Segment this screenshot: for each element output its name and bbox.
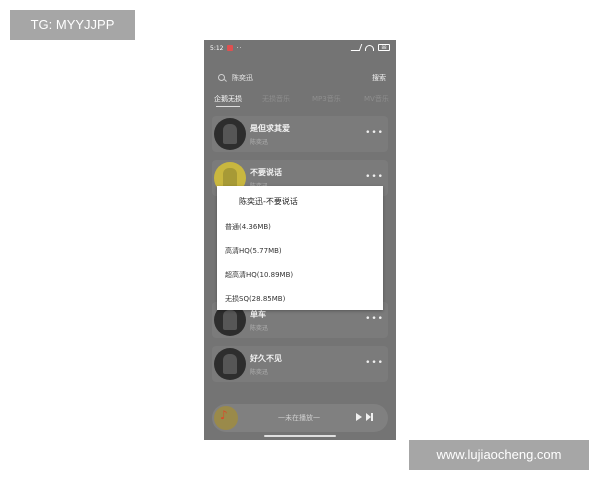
source-tabs: 企鹅无损 无损音乐 MP3音乐 MV音乐 xyxy=(204,94,396,110)
song-title: 单车 xyxy=(250,310,266,319)
song-artist: 陈奕迅 xyxy=(250,369,269,376)
more-notifications-indicator: ·· xyxy=(236,44,243,52)
search-button[interactable]: 搜索 xyxy=(372,73,386,83)
notification-icon xyxy=(227,45,234,51)
album-cover xyxy=(214,348,246,380)
song-item[interactable]: 好久不见 陈奕迅 ••• xyxy=(212,346,388,382)
search-input[interactable]: 陈奕迅 xyxy=(232,73,253,83)
signal-icon xyxy=(350,44,363,51)
more-options-icon[interactable]: ••• xyxy=(365,129,384,138)
tab-mv-music[interactable]: MV音乐 xyxy=(364,94,389,104)
song-item[interactable]: 是但求其爱 陈奕迅 ••• xyxy=(212,116,388,152)
song-title: 好久不见 xyxy=(250,354,282,363)
battery-icon: 88 xyxy=(378,44,390,51)
status-time: 5:12 xyxy=(210,44,224,52)
option-super-hq[interactable]: 超高清HQ(10.89MB) xyxy=(225,268,375,282)
album-cover xyxy=(214,118,246,150)
home-indicator[interactable] xyxy=(264,435,336,437)
option-standard[interactable]: 普通(4.36MB) xyxy=(225,220,375,234)
wifi-icon xyxy=(365,44,374,51)
dialog-title: 陈奕迅-不要说话 xyxy=(239,197,298,206)
search-icon xyxy=(218,74,225,81)
option-lossless-sq[interactable]: 无损SQ(28.85MB) xyxy=(225,292,375,306)
search-bar[interactable]: 陈奕迅 搜索 xyxy=(204,68,396,88)
status-bar: 5:12 ·· 88 xyxy=(204,40,396,56)
more-options-icon[interactable]: ••• xyxy=(365,315,384,324)
tab-lossless-music[interactable]: 无损音乐 xyxy=(262,94,290,104)
mini-player[interactable]: ♪ 一未在播放一 xyxy=(212,404,388,432)
play-icon[interactable] xyxy=(356,413,362,421)
song-title: 不要说话 xyxy=(250,168,282,177)
option-hq[interactable]: 高清HQ(5.77MB) xyxy=(225,244,375,258)
music-note-icon: ♪ xyxy=(220,408,228,422)
player-cover: ♪ xyxy=(214,406,238,430)
song-artist: 陈奕迅 xyxy=(250,325,269,332)
song-artist: 陈奕迅 xyxy=(250,139,269,146)
quality-select-dialog: 陈奕迅-不要说话 普通(4.36MB) 高清HQ(5.77MB) 超高清HQ(1… xyxy=(217,186,383,310)
next-track-icon[interactable] xyxy=(366,413,374,421)
tab-mp3-music[interactable]: MP3音乐 xyxy=(312,94,341,104)
more-options-icon[interactable]: ••• xyxy=(365,173,384,182)
player-status-text: 一未在播放一 xyxy=(278,414,320,422)
watermark-top-left: TG: MYYJJPP xyxy=(10,10,135,40)
watermark-bottom-right: www.lujiaocheng.com xyxy=(409,440,589,470)
active-tab-indicator xyxy=(216,106,240,107)
status-icons: 88 xyxy=(350,44,390,51)
tab-penguin-lossless[interactable]: 企鹅无损 xyxy=(214,94,242,104)
song-title: 是但求其爱 xyxy=(250,124,290,133)
more-options-icon[interactable]: ••• xyxy=(365,359,384,368)
